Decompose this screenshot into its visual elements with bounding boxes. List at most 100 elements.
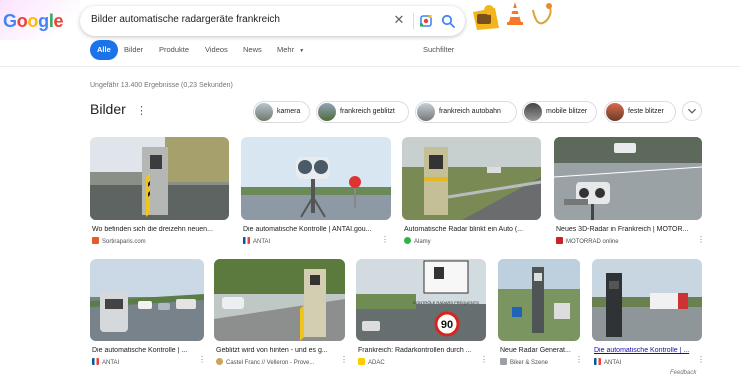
result-stats: Ungefähr 13.400 Ergebnisse (0,23 Sekunde… — [90, 82, 233, 89]
search-tabs: Alle Bilder Produkte Videos News Mehr ▼ … — [0, 40, 740, 62]
image-card[interactable]: Wo befinden sich die dreizehn neuen... S… — [90, 137, 229, 247]
more-options-icon[interactable]: ⋮ — [697, 235, 705, 244]
tab-products[interactable]: Produkte — [159, 40, 189, 60]
more-options-icon[interactable]: ⋮ — [575, 355, 583, 364]
chip-thumbnail — [255, 103, 273, 121]
image-title[interactable]: Frankreich: Radarkontrollen durch ... — [358, 347, 484, 354]
image-card[interactable]: Geblitzt wird von hinten - und es g... C… — [214, 259, 348, 369]
chevron-down-icon — [687, 108, 697, 114]
image-card[interactable]: Die automatische Kontrolle | ANTAI.gou..… — [241, 137, 391, 247]
image-card[interactable]: CONTRÔLE RADARS FRÉQUENTS 90 Frankreich:… — [356, 259, 488, 369]
image-source[interactable]: ANTAI — [92, 358, 119, 366]
image-card[interactable]: Automatische Radar blinkt ein Auto (... … — [402, 137, 541, 247]
favicon — [500, 358, 507, 365]
search-input[interactable]: Bilder automatische radargeräte frankrei… — [91, 14, 280, 25]
chip-frankreich-autobahn[interactable]: frankreich autobahn — [415, 101, 517, 123]
image-source[interactable]: ADAC — [358, 358, 385, 366]
tab-more[interactable]: Mehr ▼ — [277, 40, 304, 60]
search-box[interactable]: Bilder automatische radargeräte frankrei… — [80, 6, 465, 36]
chip-label: feste blitzer — [628, 108, 664, 115]
chip-thumbnail — [417, 103, 435, 121]
images-heading: Bilder — [90, 101, 126, 117]
more-options-icon[interactable]: ⋮ — [480, 355, 488, 364]
favicon — [216, 358, 223, 365]
image-source[interactable]: Castel Franc // Velleron - Prove... — [216, 358, 314, 366]
close-icon[interactable]: ✕ — [391, 12, 407, 28]
image-card[interactable]: Neue Radar Generat... Biker & Szene ⋮ — [498, 259, 583, 369]
image-source[interactable]: ANTAI — [594, 358, 621, 366]
tab-all[interactable]: Alle — [90, 40, 118, 60]
image-thumbnail[interactable] — [214, 259, 345, 341]
image-thumbnail[interactable] — [402, 137, 541, 220]
chip-mobile-blitzer[interactable]: mobile blitzer — [522, 101, 597, 123]
image-title[interactable]: Die automatische Kontrolle | ... — [92, 347, 202, 354]
favicon — [358, 358, 365, 365]
favicon — [404, 237, 411, 244]
header: Google Bilder automatische radargeräte f… — [0, 0, 740, 44]
image-thumbnail[interactable] — [498, 259, 580, 341]
image-title[interactable]: Neues 3D-Radar in Frankreich | MOTOR... — [556, 226, 700, 233]
sign-plate-text: CONTRÔLE RADARS FRÉQUENTS — [413, 300, 479, 305]
image-title[interactable]: Wo befinden sich die dreizehn neuen... — [92, 226, 227, 233]
chips-expand-button[interactable] — [682, 101, 702, 121]
chip-thumbnail — [318, 103, 336, 121]
image-source-label: ANTAI — [253, 239, 271, 245]
tools-button[interactable]: Suchfilter — [423, 40, 454, 60]
truck-radar-image — [592, 259, 702, 341]
image-card[interactable]: Die automatische Kontrolle | ... ANTAI ⋮ — [90, 259, 206, 369]
image-source-label: Sortiraparis.com — [102, 239, 146, 245]
doodle-illustration[interactable] — [465, 0, 560, 40]
chip-kamera[interactable]: kamera — [253, 101, 310, 123]
more-options-icon[interactable]: ⋮ — [340, 355, 348, 364]
image-thumbnail[interactable] — [90, 137, 229, 220]
image-source[interactable]: Biker & Szene — [500, 358, 548, 366]
image-title[interactable]: Geblitzt wird von hinten - und es g... — [216, 347, 343, 354]
more-options-icon[interactable]: ⋮ — [697, 355, 705, 364]
image-thumbnail[interactable]: CONTRÔLE RADARS FRÉQUENTS 90 — [356, 259, 486, 341]
chip-thumbnail — [606, 103, 624, 121]
rear-radar-image — [214, 259, 345, 341]
search-icon[interactable] — [440, 13, 456, 29]
favicon — [556, 237, 563, 244]
image-thumbnail[interactable] — [241, 137, 391, 220]
chip-label: frankreich geblitzt — [340, 108, 395, 115]
favicon — [92, 237, 99, 244]
caret-down-icon: ▼ — [299, 48, 305, 54]
image-title[interactable]: Neue Radar Generat... — [500, 347, 578, 354]
image-card[interactable]: Die automatische Kontrolle | ... ANTAI ⋮ — [592, 259, 705, 369]
image-source[interactable]: Alamy — [404, 237, 431, 245]
more-options-icon[interactable]: ⋮ — [198, 355, 206, 364]
chip-feste-blitzer[interactable]: feste blitzer — [604, 101, 676, 123]
divider — [0, 66, 740, 67]
image-source-label: ANTAI — [604, 360, 622, 366]
tab-images[interactable]: Bilder — [124, 40, 143, 60]
french-flag-icon — [243, 237, 250, 244]
chip-label: frankreich autobahn — [439, 108, 501, 115]
image-thumbnail[interactable] — [592, 259, 702, 341]
radar-generation-image — [498, 259, 580, 341]
camera-lens-icon[interactable] — [418, 13, 434, 29]
image-card[interactable]: Neues 3D-Radar in Frankreich | MOTOR... … — [554, 137, 705, 247]
more-options-icon[interactable]: ⋮ — [136, 105, 147, 117]
image-title[interactable]: Die automatische Kontrolle | ... — [594, 347, 700, 354]
speed-camera-image — [90, 137, 229, 220]
chip-frankreich-geblitzt[interactable]: frankreich geblitzt — [316, 101, 409, 123]
image-source[interactable]: ANTAI — [243, 237, 270, 245]
image-thumbnail[interactable] — [554, 137, 702, 220]
more-options-icon[interactable]: ⋮ — [381, 235, 389, 244]
tab-news[interactable]: News — [243, 40, 262, 60]
image-source[interactable]: Sortiraparis.com — [92, 237, 146, 245]
chip-label: mobile blitzer — [546, 108, 588, 115]
image-source-label: Castel Franc // Velleron - Prove... — [226, 360, 315, 366]
chip-thumbnail — [524, 103, 542, 121]
google-logo[interactable]: Google — [3, 11, 64, 32]
image-title[interactable]: Die automatische Kontrolle | ANTAI.gou..… — [243, 226, 389, 233]
feedback-link[interactable]: Feedback — [670, 370, 696, 376]
chip-label: kamera — [277, 108, 301, 115]
image-title[interactable]: Automatische Radar blinkt ein Auto (... — [404, 226, 539, 233]
image-source[interactable]: MOTORRAD online — [556, 237, 619, 245]
search-divider — [413, 13, 414, 29]
image-thumbnail[interactable] — [90, 259, 204, 341]
tab-videos[interactable]: Videos — [205, 40, 228, 60]
image-source-label: Alamy — [414, 239, 431, 245]
